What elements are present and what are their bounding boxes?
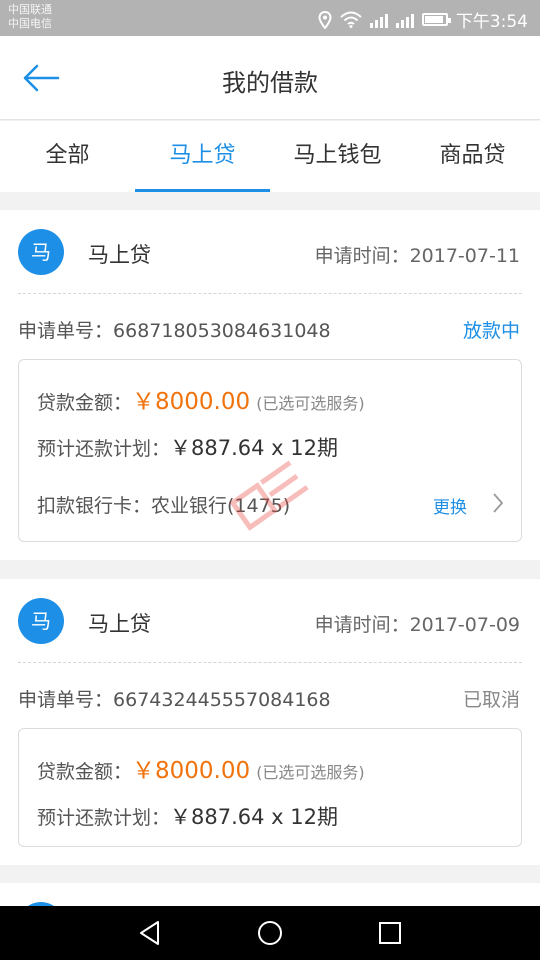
- amount-label: 贷款金额：: [37, 392, 133, 414]
- amount-line: 贷款金额：￥8000.00 (已选可选服务): [37, 382, 365, 416]
- apply-time-label: 申请时间：: [314, 614, 410, 636]
- change-bank-button[interactable]: 更换: [433, 493, 467, 518]
- tab-bar: 全部 马上贷 马上钱包 商品贷: [0, 121, 540, 192]
- plan-line: 预计还款计划：￥887.64 x 12期: [37, 432, 338, 462]
- apply-time-label: 申请时间：: [314, 245, 410, 267]
- status-badge: 已取消: [462, 689, 520, 711]
- product-badge: 马: [18, 229, 64, 275]
- order-value: 667432445557084168: [113, 689, 331, 711]
- chevron-right-icon[interactable]: [491, 491, 505, 515]
- loan-amount: ￥8000.00: [132, 758, 251, 784]
- order-row: 申请单号：667432445557084168 已取消: [0, 663, 540, 729]
- app-bar: 我的借款: [0, 36, 540, 120]
- tab-all[interactable]: 全部: [0, 121, 135, 192]
- plan-label: 预计还款计划：: [37, 807, 171, 829]
- navigation-bar: [0, 906, 540, 960]
- bank-line: 扣款银行卡：农业银行(1475): [37, 491, 290, 518]
- carrier-info: 中国联通 中国电信: [8, 3, 52, 31]
- order-number: 申请单号：667432445557084168: [18, 685, 331, 712]
- amount-note: (已选可选服务): [256, 763, 365, 782]
- wifi-icon: [340, 11, 362, 28]
- triangle-back-icon[interactable]: [136, 919, 164, 947]
- repayment-plan: ￥887.64 x 12期: [170, 436, 338, 460]
- loan-detail-box: 贷款金额：￥8000.00 (已选可选服务) 预计还款计划：￥887.64 x …: [18, 728, 522, 847]
- product-name: 马上贷: [88, 243, 151, 267]
- clock: 下午3:54: [455, 12, 528, 32]
- signal-icon-1: [369, 12, 388, 28]
- card-header: 马 马上贷 申请时间：2017-07-09: [0, 579, 540, 663]
- apply-time: 申请时间：2017-07-11: [315, 241, 520, 268]
- carrier-2: 中国电信: [8, 17, 52, 30]
- plan-line: 预计还款计划：￥887.64 x 12期: [37, 801, 338, 831]
- loan-card[interactable]: 马 马上贷 申请时间：2017-07-09 申请单号：6674324455570…: [0, 579, 540, 865]
- circle-home-icon[interactable]: [256, 919, 284, 947]
- tab-goods-loan[interactable]: 商品贷: [405, 121, 540, 192]
- order-row: 申请单号：668718053084631048 放款中: [0, 294, 540, 360]
- order-value: 668718053084631048: [113, 320, 331, 342]
- status-icons: 下午3:54: [318, 7, 528, 32]
- loan-card-partial[interactable]: [0, 883, 540, 906]
- apply-time-value: 2017-07-09: [409, 614, 520, 636]
- apply-time-value: 2017-07-11: [409, 245, 520, 267]
- order-label: 申请单号：: [18, 689, 114, 711]
- amount-note: (已选可选服务): [256, 394, 365, 413]
- loan-amount: ￥8000.00: [132, 389, 251, 415]
- signal-icon-2: [395, 12, 414, 28]
- card-header: 马 马上贷 申请时间：2017-07-11: [0, 210, 540, 294]
- order-label: 申请单号：: [18, 320, 114, 342]
- bank-label: 扣款银行卡：: [37, 495, 152, 517]
- tab-mashangdai[interactable]: 马上贷: [135, 121, 270, 192]
- amount-line: 贷款金额：￥8000.00 (已选可选服务): [37, 751, 365, 785]
- apply-time: 申请时间：2017-07-09: [315, 610, 520, 637]
- product-name: 马上贷: [88, 612, 151, 636]
- order-number: 申请单号：668718053084631048: [18, 316, 331, 343]
- plan-label: 预计还款计划：: [37, 438, 171, 460]
- status-badge: 放款中: [462, 320, 520, 342]
- page-title: 我的借款: [222, 69, 318, 97]
- product-badge: 马: [18, 598, 64, 644]
- repayment-plan: ￥887.64 x 12期: [170, 805, 338, 829]
- loan-detail-box: 贷款金额：￥8000.00 (已选可选服务) 预计还款计划：￥887.64 x …: [18, 359, 522, 542]
- battery-icon: [421, 13, 451, 26]
- square-recents-icon[interactable]: [376, 919, 404, 947]
- location-icon: [318, 10, 332, 29]
- carrier-1: 中国联通: [8, 3, 52, 16]
- status-bar: 中国联通 中国电信 下午3:54: [0, 0, 540, 36]
- loan-card[interactable]: 马 马上贷 申请时间：2017-07-11 申请单号：6687180530846…: [0, 210, 540, 560]
- amount-label: 贷款金额：: [37, 761, 133, 783]
- bank-card: 农业银行(1475): [151, 495, 291, 517]
- tab-wallet[interactable]: 马上钱包: [270, 121, 405, 192]
